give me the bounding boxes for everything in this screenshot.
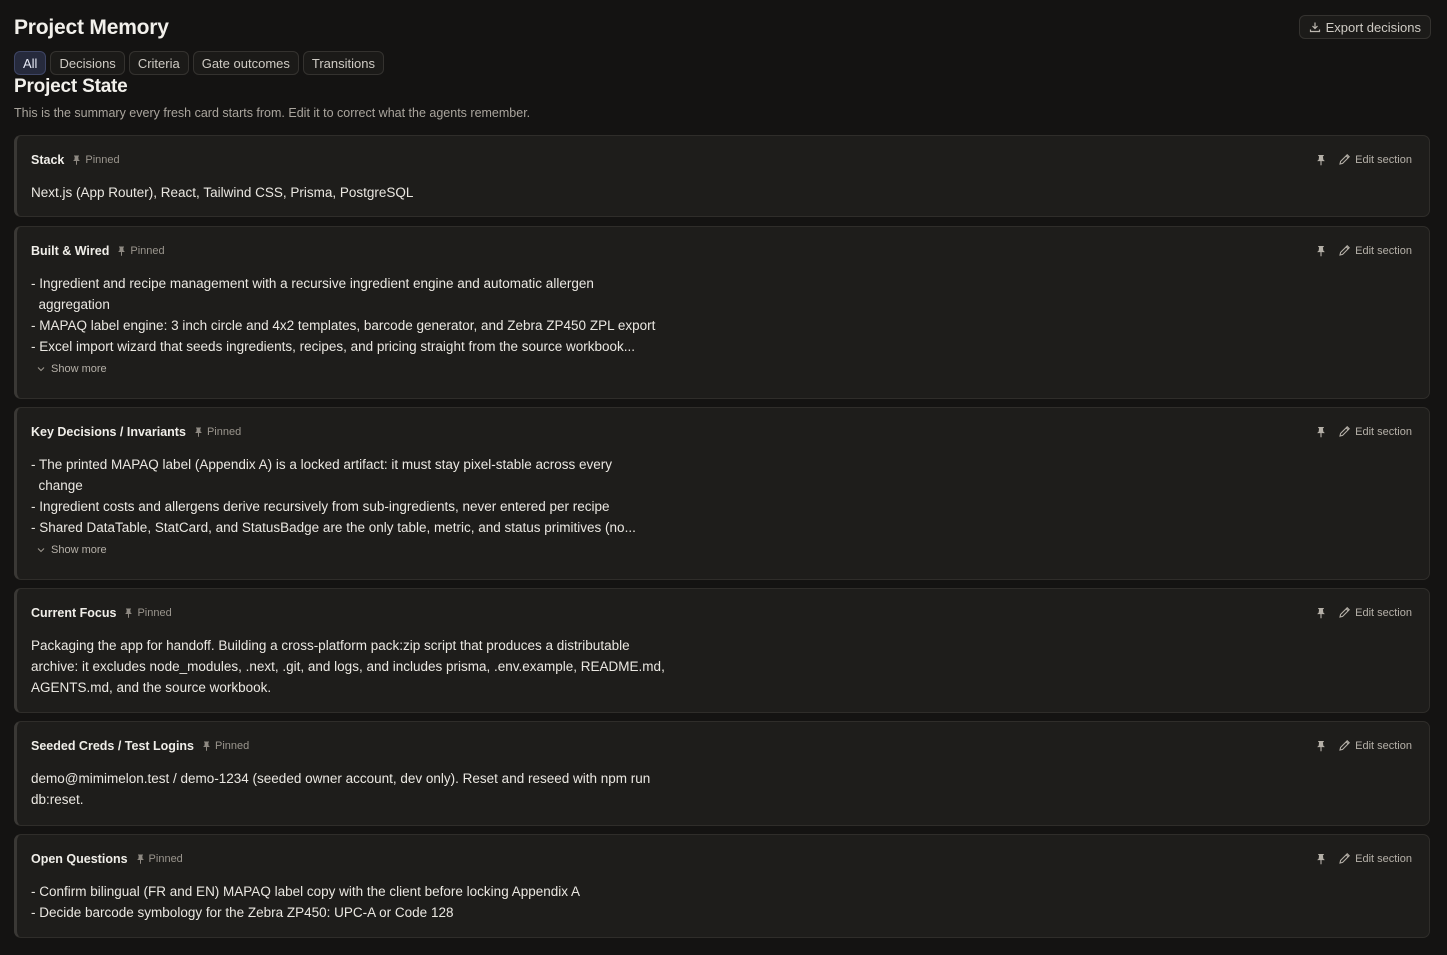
show-more-button[interactable]: Show more bbox=[37, 363, 107, 375]
project-state-heading: Project State bbox=[14, 76, 128, 97]
pin-toggle-icon[interactable] bbox=[1316, 154, 1326, 166]
section-title: Built & Wired bbox=[31, 244, 110, 258]
page-header: Project Memory Export decisions bbox=[14, 14, 1431, 42]
pin-icon bbox=[136, 854, 145, 864]
pin-toggle-icon[interactable] bbox=[1316, 607, 1326, 619]
content-line: - MAPAQ label engine: 3 inch circle and … bbox=[31, 318, 656, 333]
filter-tabs: All Decisions Criteria Gate outcomes Tra… bbox=[14, 51, 384, 75]
pencil-icon bbox=[1338, 244, 1351, 257]
section-card-current-focus: Current Focus Pinned Edit section Packag… bbox=[14, 588, 1430, 713]
section-content: - Ingredient and recipe management with … bbox=[31, 273, 681, 357]
content-line: Next.js (App Router), React, Tailwind CS… bbox=[31, 185, 414, 200]
section-card-built-wired: Built & Wired Pinned Edit section - Ingr… bbox=[14, 226, 1430, 399]
pin-icon bbox=[72, 155, 81, 165]
section-title: Stack bbox=[31, 153, 65, 167]
section-title: Open Questions bbox=[31, 852, 128, 866]
content-line: Packaging the app for handoff. Building … bbox=[31, 638, 630, 653]
section-content: Next.js (App Router), React, Tailwind CS… bbox=[31, 182, 681, 203]
content-line: - Ingredient and recipe management with … bbox=[31, 276, 594, 291]
pencil-icon bbox=[1338, 425, 1351, 438]
section-card-open-questions: Open Questions Pinned Edit section - Con… bbox=[14, 834, 1430, 938]
content-line: - Decide barcode symbology for the Zebra… bbox=[31, 905, 454, 920]
tab-criteria[interactable]: Criteria bbox=[128, 51, 189, 75]
pin-icon bbox=[202, 741, 211, 751]
export-decisions-button[interactable]: Export decisions bbox=[1298, 15, 1431, 39]
content-line: - Excel import wizard that seeds ingredi… bbox=[31, 339, 636, 354]
pinned-badge: Pinned bbox=[72, 154, 120, 166]
content-line: change bbox=[31, 478, 83, 493]
content-line: - Ingredient costs and allergens derive … bbox=[31, 499, 610, 514]
tab-all[interactable]: All bbox=[14, 51, 47, 75]
content-line: demo@mimimelon.test / demo-1234 (seeded … bbox=[31, 771, 651, 786]
edit-section-button[interactable]: Edit section bbox=[1338, 606, 1412, 619]
edit-section-button[interactable]: Edit section bbox=[1338, 739, 1412, 752]
pin-icon bbox=[194, 427, 203, 437]
section-content: - The printed MAPAQ label (Appendix A) i… bbox=[31, 454, 681, 538]
section-card-stack: Stack Pinned Edit section Next.js (App R… bbox=[14, 135, 1430, 217]
pin-icon bbox=[117, 246, 126, 256]
pencil-icon bbox=[1338, 606, 1351, 619]
pin-toggle-icon[interactable] bbox=[1316, 853, 1326, 865]
content-line: archive: it excludes node_modules, .next… bbox=[31, 659, 665, 674]
content-line: db:reset. bbox=[31, 792, 84, 807]
pinned-badge: Pinned bbox=[117, 245, 165, 257]
edit-section-button[interactable]: Edit section bbox=[1338, 153, 1412, 166]
section-title: Key Decisions / Invariants bbox=[31, 425, 186, 439]
pencil-icon bbox=[1338, 739, 1351, 752]
tab-transitions[interactable]: Transitions bbox=[302, 51, 384, 75]
section-title: Current Focus bbox=[31, 606, 117, 620]
section-title: Seeded Creds / Test Logins bbox=[31, 739, 195, 753]
export-decisions-label: Export decisions bbox=[1325, 19, 1421, 35]
section-content: demo@mimimelon.test / demo-1234 (seeded … bbox=[31, 768, 681, 810]
tab-decisions[interactable]: Decisions bbox=[50, 51, 125, 75]
content-line: AGENTS.md, and the source workbook. bbox=[31, 680, 272, 695]
pinned-badge: Pinned bbox=[202, 740, 249, 752]
pin-toggle-icon[interactable] bbox=[1316, 245, 1326, 257]
pencil-icon bbox=[1338, 852, 1351, 865]
download-icon bbox=[1309, 21, 1321, 33]
pencil-icon bbox=[1338, 153, 1351, 166]
edit-section-button[interactable]: Edit section bbox=[1338, 244, 1412, 257]
tab-gate-outcomes[interactable]: Gate outcomes bbox=[192, 51, 299, 75]
content-line: aggregation bbox=[31, 297, 110, 312]
section-card-seeded-creds: Seeded Creds / Test Logins Pinned Edit s… bbox=[14, 721, 1430, 826]
chevron-down-icon bbox=[37, 547, 45, 553]
content-line: - Shared DataTable, StatCard, and Status… bbox=[31, 520, 636, 535]
page-title: Project Memory bbox=[14, 16, 169, 39]
edit-section-button[interactable]: Edit section bbox=[1338, 852, 1412, 865]
pin-icon bbox=[124, 608, 133, 618]
pin-toggle-icon[interactable] bbox=[1316, 740, 1326, 752]
content-line: - Confirm bilingual (FR and EN) MAPAQ la… bbox=[31, 884, 581, 899]
content-line: - The printed MAPAQ label (Appendix A) i… bbox=[31, 457, 612, 472]
chevron-down-icon bbox=[37, 366, 45, 372]
project-state-description: This is the summary every fresh card sta… bbox=[14, 106, 531, 120]
section-content: - Confirm bilingual (FR and EN) MAPAQ la… bbox=[31, 881, 681, 923]
show-more-button[interactable]: Show more bbox=[37, 544, 107, 556]
pinned-badge: Pinned bbox=[124, 607, 172, 619]
section-card-key-decisions: Key Decisions / Invariants Pinned Edit s… bbox=[14, 407, 1430, 580]
section-content: Packaging the app for handoff. Building … bbox=[31, 635, 681, 698]
pin-toggle-icon[interactable] bbox=[1316, 426, 1326, 438]
edit-section-button[interactable]: Edit section bbox=[1338, 425, 1412, 438]
pinned-badge: Pinned bbox=[194, 426, 241, 438]
pinned-badge: Pinned bbox=[136, 853, 183, 865]
